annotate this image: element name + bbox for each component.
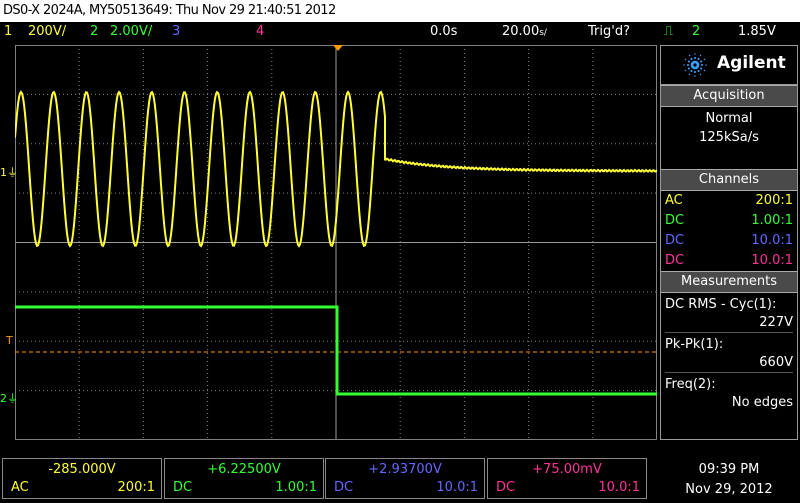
spark-dot	[683, 64, 685, 66]
channel-probe: 10.0:1	[751, 233, 793, 248]
channel-probe: 10.0:1	[751, 253, 793, 268]
agilent-spark-icon	[683, 53, 707, 77]
ch2-number[interactable]: 2	[90, 22, 98, 41]
side-panel: Agilent Acquisition Normal 125kSa/s Chan…	[660, 45, 798, 440]
ch4-info-box[interactable]: +75.00mV DC 10.0:1	[487, 458, 647, 499]
trigger-marker-label: T	[6, 334, 13, 347]
spark-dot	[700, 60, 703, 63]
ch4-coupling: DC	[496, 480, 516, 495]
spark-dot	[694, 75, 696, 77]
channel-probe: 1.00:1	[751, 213, 793, 228]
acquisition-info: Normal 125kSa/s	[661, 107, 797, 169]
ch2-waveform	[15, 305, 657, 396]
measurement-label: Pk-Pk(1):	[665, 337, 724, 352]
spark-dot	[700, 63, 704, 67]
window-title: DS0-X 2024A, MY50513649: Thu Nov 29 21:4…	[0, 0, 800, 22]
clock-time: 09:39 PM	[698, 462, 760, 477]
measurement-value: No edges	[731, 395, 793, 410]
channel-coupling: DC	[665, 233, 685, 248]
spark-dot	[699, 73, 702, 76]
ch2-scale[interactable]: 2.00V/	[110, 22, 152, 41]
ch1-info-box[interactable]: -285.000V AC 200:1	[2, 458, 162, 499]
ch2-marker-label: 2	[0, 392, 7, 405]
clock-date: Nov 29, 2012	[685, 482, 773, 497]
trigger-position-marker[interactable]	[333, 45, 343, 51]
trigger-level[interactable]: 1.85V	[738, 22, 776, 41]
ch1-offset: -285.000V	[48, 462, 116, 477]
spark-dot	[703, 58, 706, 61]
time-offset[interactable]: 0.0s	[430, 22, 457, 41]
ch3-offset: +2.93700V	[368, 462, 442, 477]
spark-dot	[703, 69, 706, 72]
ch4-number[interactable]: 4	[256, 22, 264, 41]
ch1-coupling: AC	[11, 480, 29, 495]
acquisition-mode: Normal	[705, 111, 753, 126]
spark-dot	[697, 57, 700, 60]
ch4-probe: 10.0:1	[598, 480, 640, 495]
ch1-marker-label: 1	[0, 166, 7, 179]
spark-dot	[700, 67, 703, 70]
measurement-value: 660V	[665, 354, 793, 373]
spark-dot	[697, 70, 700, 73]
channels-header[interactable]: Channels	[661, 169, 797, 191]
spark-dot	[687, 60, 690, 63]
ch1-number[interactable]: 1	[4, 22, 12, 41]
spark-dot	[684, 58, 687, 61]
measurement-label: DC RMS - Cyc(1):	[665, 297, 777, 312]
measurements-list: DC RMS - Cyc(1): 227V Pk-Pk(1): 660V Fre…	[661, 293, 797, 412]
spark-dot	[693, 70, 697, 74]
channel-row-3[interactable]: DC 10.0:1	[661, 231, 797, 251]
ch1-scale[interactable]: 200V/	[28, 22, 66, 41]
measurements-header[interactable]: Measurements	[661, 271, 797, 293]
channels-list: AC 200:1 DC 1.00:1 DC 10.0:1 DC 10.0:1	[661, 191, 797, 271]
spark-dot	[684, 69, 687, 72]
spark-dot	[694, 53, 696, 55]
timebase-unit: s/	[539, 28, 547, 38]
channel-row-1[interactable]: AC 200:1	[661, 191, 797, 211]
trigger-edge-icon: ⎍	[664, 24, 674, 39]
spark-dot	[687, 67, 690, 70]
timebase[interactable]: 20.00s/	[502, 22, 547, 43]
ch1-ground-marker[interactable]: 1⏚	[0, 164, 18, 180]
brand-logo: Agilent	[661, 46, 797, 85]
ch2-ground-marker[interactable]: 2⏚	[0, 390, 18, 406]
spark-dot	[705, 64, 707, 66]
ch4-offset: +75.00mV	[532, 462, 602, 477]
ch2-offset: +6.22500V	[207, 462, 281, 477]
channel-row-4[interactable]: DC 10.0:1	[661, 251, 797, 271]
channel-coupling: DC	[665, 213, 685, 228]
spark-dot	[699, 54, 702, 57]
spark-dot	[693, 56, 697, 60]
spark-dot	[690, 70, 693, 73]
ch1-probe: 200:1	[117, 480, 155, 495]
trigger-level-marker[interactable]: T	[6, 334, 13, 347]
trigger-source[interactable]: 2	[692, 22, 700, 41]
trigger-state: Trig'd?	[588, 24, 630, 39]
spark-dot	[696, 62, 699, 65]
spark-dot	[688, 54, 691, 57]
measurement-value: 227V	[665, 314, 793, 333]
spark-dot	[690, 57, 693, 60]
ch3-info-box[interactable]: +2.93700V DC 10.0:1	[325, 458, 485, 499]
timebase-value: 20.00	[502, 24, 540, 39]
channel-row-2[interactable]: DC 1.00:1	[661, 211, 797, 231]
clock: 09:39 PM Nov 29, 2012	[660, 460, 798, 500]
waveform-display[interactable]	[15, 45, 657, 440]
status-bar: 1 200V/ 2 2.00V/ 3 4 0.0s 20.00s/ Trig'd…	[0, 22, 800, 41]
channel-coupling: DC	[665, 253, 685, 268]
sample-rate: 125kSa/s	[699, 130, 759, 145]
ch3-probe: 10.0:1	[436, 480, 478, 495]
brand-name: Agilent	[717, 53, 786, 73]
channel-probe: 200:1	[755, 193, 793, 208]
ch3-coupling: DC	[334, 480, 354, 495]
measurement-label: Freq(2):	[665, 377, 716, 392]
ch2-info-box[interactable]: +6.22500V DC 1.00:1	[164, 458, 324, 499]
channel-coupling: AC	[665, 193, 683, 208]
spark-dot	[686, 63, 690, 67]
ch2-coupling: DC	[173, 480, 193, 495]
spark-dot	[688, 73, 691, 76]
ch3-number[interactable]: 3	[172, 22, 180, 41]
acquisition-header[interactable]: Acquisition	[661, 85, 797, 107]
ch2-probe: 1.00:1	[275, 480, 317, 495]
